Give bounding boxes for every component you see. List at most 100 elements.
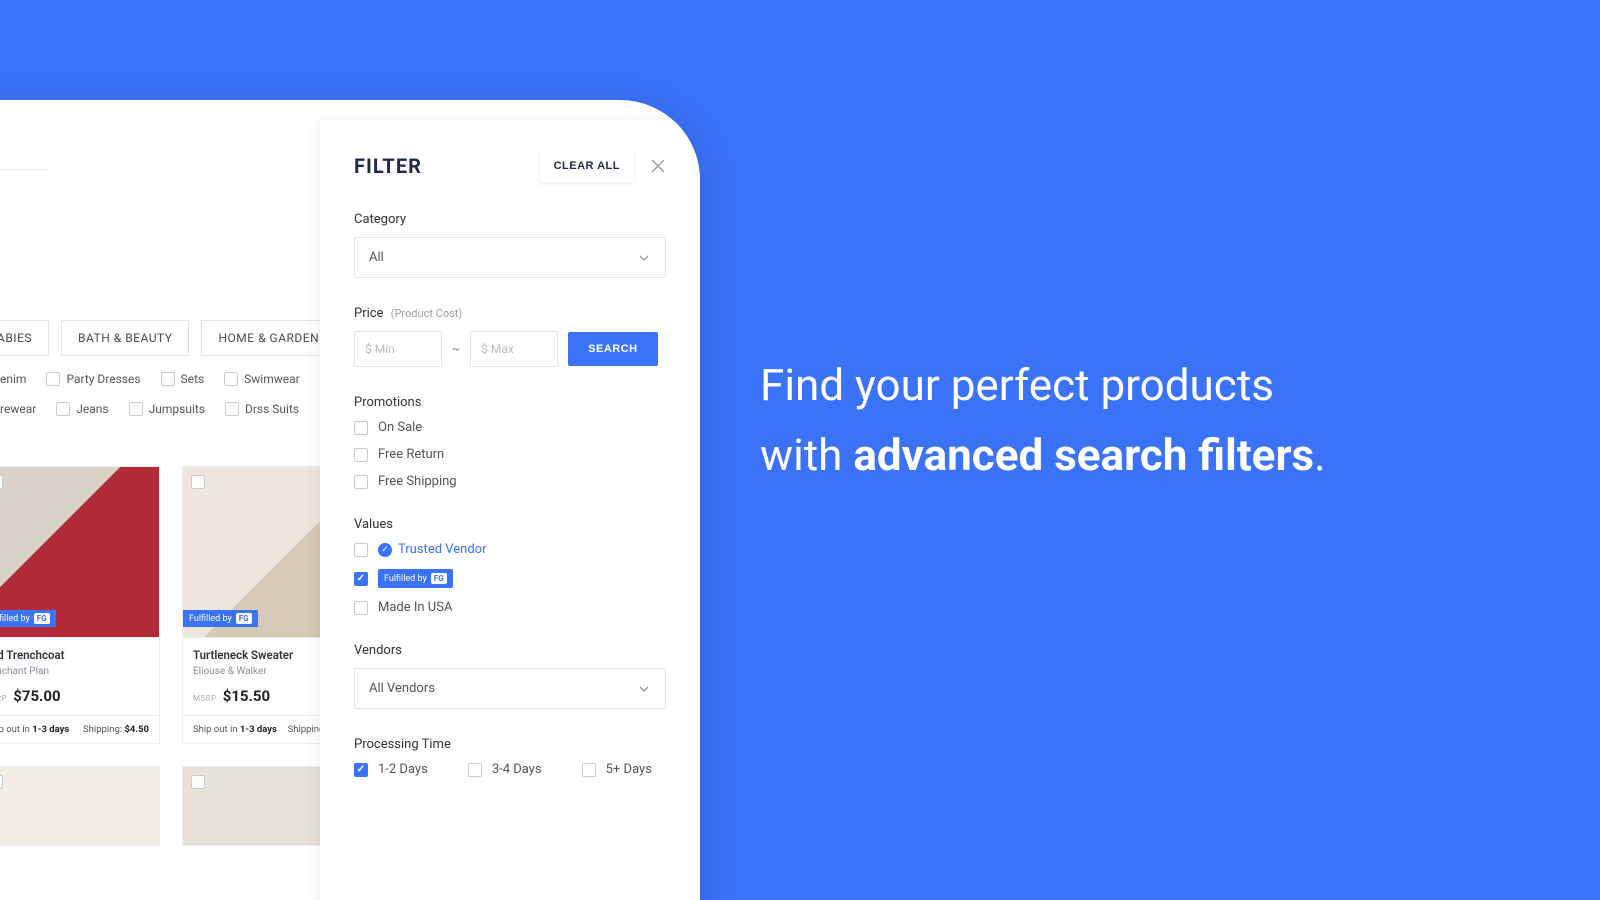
msrp-label: MSRP [193,694,217,703]
checkbox-icon [354,601,368,615]
subcategory-checkbox[interactable]: Sets [161,372,205,386]
processing-checkbox-1-2[interactable]: 1-2 Days [354,762,428,777]
fulfilled-label: Fulfilled by [189,614,232,624]
checkbox-icon [354,475,368,489]
product-select-checkbox[interactable] [191,775,205,789]
checkbox-icon [354,763,368,777]
value-checkbox-trusted[interactable]: ✓ Trusted Vendor [354,542,666,557]
promotions-list: On Sale Free Return Free Shipping [354,420,666,489]
promotion-checkbox-freereturn[interactable]: Free Return [354,447,666,462]
checkbox-icon [46,372,60,386]
vendors-label: Vendors [354,643,666,658]
product-select-checkbox[interactable] [191,475,205,489]
fg-logo-icon: FG [236,613,252,624]
checkbox-icon [354,421,368,435]
product-card[interactable]: Fulfilled by FG ed Trenchcoat enchant Pl… [0,466,160,744]
chevron-down-icon [637,251,651,265]
promotion-label: Free Shipping [378,474,457,489]
checkbox-icon [225,402,239,416]
hero-line2: with advanced search filters. [760,420,1326,490]
search-bar[interactable] [0,130,50,170]
product-vendor: enchant Plan [0,666,149,677]
checkbox-icon [129,402,143,416]
value-label: Trusted Vendor [398,542,487,557]
value-checkbox-madeusa[interactable]: Made In USA [354,600,666,615]
promotion-label: Free Return [378,447,444,462]
trusted-badge-icon: ✓ [378,543,392,557]
ship-out-prefix: Ship out in [193,724,240,735]
filter-title: FILTER [354,154,540,178]
subcategory-checkbox[interactable]: Party Dresses [46,372,140,386]
values-list: ✓ Trusted Vendor Fulfilled by FG Made In… [354,542,666,615]
clear-all-button[interactable]: CLEAR ALL [540,150,634,182]
product-image [0,767,159,845]
subcategory-checkbox[interactable]: Jeans [56,402,108,416]
promotion-label: On Sale [378,420,422,435]
subcategory-label: rewear [0,402,36,416]
processing-checkbox-3-4[interactable]: 3-4 Days [468,762,542,777]
processing-label: 5+ Days [606,762,652,777]
ship-out-days: 1-3 days [240,724,277,735]
processing-label: 1-2 Days [378,762,428,777]
price-separator: ~ [452,342,460,356]
checkbox-icon [468,763,482,777]
fulfilled-label: Fulfilled by [0,614,30,624]
price-search-button[interactable]: SEARCH [568,332,657,366]
promotion-checkbox-onsale[interactable]: On Sale [354,420,666,435]
subcategory-label: Party Dresses [66,372,140,386]
processing-options: 1-2 Days 3-4 Days 5+ Days [354,762,666,777]
category-value: All [369,250,384,265]
subcategory-label: Sets [181,372,205,386]
category-chip[interactable]: ABIES [0,320,49,356]
product-title: ed Trenchcoat [0,648,149,662]
product-price: $15.50 [223,687,270,705]
subcategory-label: Jumpsuits [149,402,205,416]
shipping-label: Shipping: [83,724,124,735]
subcategory-checkbox[interactable]: Swimwear [224,372,300,386]
hero-text: Find your perfect products with advanced… [760,350,1326,491]
checkbox-icon [354,448,368,462]
category-select[interactable]: All [354,237,666,278]
promotions-label: Promotions [354,395,666,410]
values-label: Values [354,517,666,532]
checkbox-icon [224,372,238,386]
app-window: ABIES BATH & BEAUTY HOME & GARDEN FOOD e… [0,100,700,900]
filter-panel: FILTER CLEAR ALL Category All Price (Pro… [320,120,700,900]
product-shipping: hip out in 1-3 days Shipping: $4.50 [0,715,159,743]
subcategory-checkbox[interactable]: rewear [0,402,36,416]
subcategory-label: Drss Suits [245,402,299,416]
value-checkbox-fulfilled[interactable]: Fulfilled by FG [354,569,666,588]
filter-header: FILTER CLEAR ALL [354,150,666,182]
subcategory-checkbox[interactable]: Jumpsuits [129,402,205,416]
close-icon[interactable] [650,158,666,174]
category-chip[interactable]: HOME & GARDEN [201,320,336,356]
product-card[interactable] [0,766,160,846]
price-sublabel: (Product Cost) [391,307,463,320]
ship-out-days: 1-3 days [32,724,69,735]
checkbox-icon [582,763,596,777]
price-max-input[interactable]: $ Max [470,331,558,367]
chevron-down-icon [637,682,651,696]
checkbox-icon [354,572,368,586]
fg-logo-icon: FG [431,573,447,584]
subcategory-checkbox[interactable]: enim [0,372,26,386]
processing-checkbox-5plus[interactable]: 5+ Days [582,762,652,777]
shipping-value: $4.50 [124,724,149,735]
promotion-checkbox-freeshipping[interactable]: Free Shipping [354,474,666,489]
product-image: Fulfilled by FG [0,467,159,637]
fg-logo-icon: FG [34,613,50,624]
vendors-select[interactable]: All Vendors [354,668,666,709]
subcategory-checkbox[interactable]: Drss Suits [225,402,299,416]
subcategory-label: Jeans [76,402,108,416]
product-info: ed Trenchcoat enchant Plan SRP $75.00 [0,637,159,715]
hero-line1: Find your perfect products [760,350,1326,420]
product-select-checkbox[interactable] [0,475,3,489]
price-min-input[interactable]: $ Min [354,331,442,367]
subcategory-label: enim [0,372,26,386]
product-price: $75.00 [13,687,60,705]
category-chip[interactable]: BATH & BEAUTY [61,320,189,356]
msrp-label: SRP [0,694,7,703]
ship-out-prefix: hip out in [0,724,32,735]
product-select-checkbox[interactable] [0,775,3,789]
subcategory-label: Swimwear [244,372,300,386]
